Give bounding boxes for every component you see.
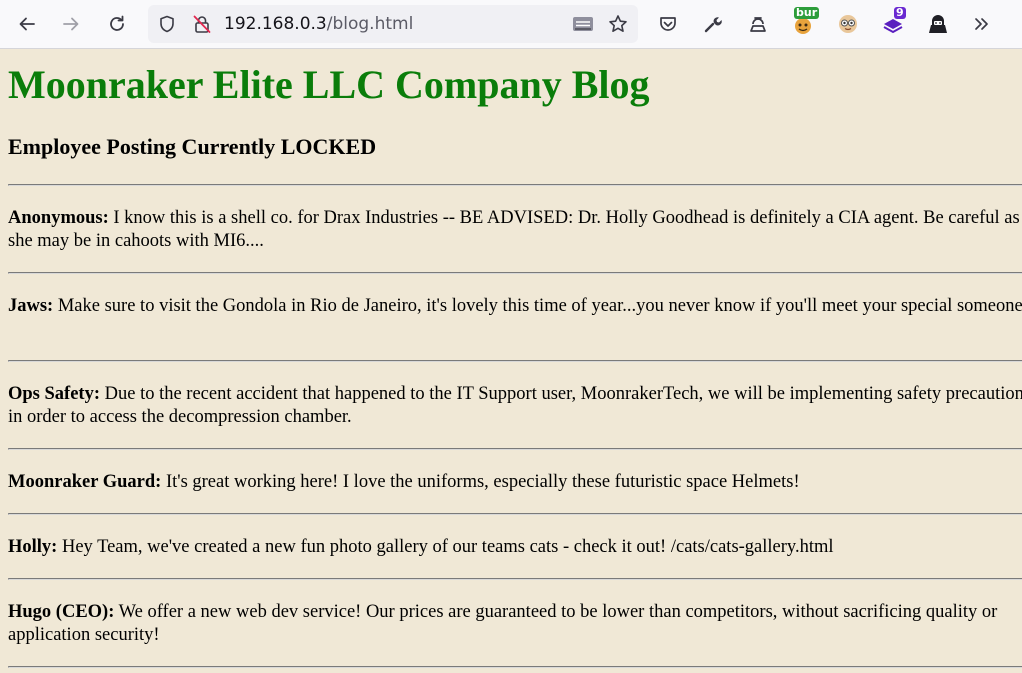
- post-text: I know this is a shell co. for Drax Indu…: [8, 208, 1020, 251]
- double-chevron-right-icon: [975, 18, 988, 30]
- back-button[interactable]: [11, 8, 43, 40]
- nine-extension-button[interactable]: 9: [877, 6, 909, 40]
- url-bar[interactable]: 192.168.0.3/blog.html: [148, 5, 638, 43]
- insecure-lock-icon[interactable]: [192, 14, 212, 38]
- post-author: Moonraker Guard:: [8, 472, 162, 492]
- hacker-extension-button[interactable]: [922, 8, 954, 40]
- glasses-face-icon: [839, 15, 857, 33]
- shield-icon[interactable]: [158, 15, 176, 37]
- post-author: Jaws:: [8, 296, 54, 316]
- divider: [8, 578, 1022, 580]
- post-author: Holly:: [8, 537, 58, 557]
- divider: [8, 272, 1022, 274]
- star-bookmark-icon[interactable]: [608, 14, 628, 38]
- hooded-figure-icon: [929, 15, 947, 33]
- browser-toolbar: 192.168.0.3/blog.html bur 9: [0, 0, 1022, 49]
- blog-post: Ops Safety: Due to the recent accident t…: [8, 383, 1022, 429]
- blog-post: Moonraker Guard: It's great working here…: [8, 471, 1022, 494]
- user-hat-icon: [750, 17, 766, 32]
- post-author: Anonymous:: [8, 208, 109, 228]
- divider: [8, 448, 1022, 450]
- url-path: /blog.html: [326, 14, 414, 34]
- forward-button[interactable]: [55, 8, 87, 40]
- post-text: Due to the recent accident that happened…: [8, 384, 1022, 427]
- url-text[interactable]: 192.168.0.3/blog.html: [224, 14, 413, 34]
- url-host: 192.168.0.3: [224, 14, 327, 34]
- post-author: Hugo (CEO):: [8, 602, 115, 622]
- more-tools-button[interactable]: [966, 8, 998, 40]
- divider: [8, 513, 1022, 515]
- reload-icon: [110, 15, 124, 31]
- page-subtitle: Employee Posting Currently LOCKED: [8, 134, 377, 159]
- wrench-icon: [704, 17, 722, 33]
- arrow-left-icon: [19, 17, 35, 31]
- post-text: It's great working here! I love the unif…: [161, 472, 800, 492]
- blog-post: Jaws: Make sure to visit the Gondola in …: [8, 295, 1022, 318]
- pocket-button[interactable]: [652, 8, 684, 40]
- post-text: Make sure to visit the Gondola in Rio de…: [53, 296, 1022, 316]
- arrow-right-icon: [63, 17, 79, 31]
- blog-post: Holly: Hey Team, we've created a new fun…: [8, 536, 1022, 559]
- face-extension-button[interactable]: [832, 8, 864, 40]
- bur-extension-button[interactable]: bur: [787, 6, 820, 40]
- divider: [8, 666, 1022, 668]
- nine-badge: 9: [894, 6, 906, 19]
- post-author: Ops Safety:: [8, 384, 100, 404]
- post-text: Hey Team, we've created a new fun photo …: [57, 537, 834, 557]
- blog-post: Anonymous: I know this is a shell co. fo…: [8, 207, 1022, 253]
- pocket-icon: [660, 17, 676, 31]
- post-text: We offer a new web dev service! Our pric…: [8, 602, 998, 645]
- wrench-button[interactable]: [697, 8, 729, 40]
- page-title: Moonraker Elite LLC Company Blog: [8, 62, 650, 107]
- reader-view-icon[interactable]: [572, 15, 594, 37]
- page-content: Moonraker Elite LLC Company Blog Employe…: [0, 49, 1022, 673]
- reload-button[interactable]: [101, 8, 133, 40]
- bur-badge: bur: [794, 6, 820, 19]
- divider: [8, 360, 1022, 362]
- blog-post: Hugo (CEO): We offer a new web dev servi…: [8, 601, 1022, 647]
- divider: [8, 184, 1022, 186]
- account-extension-button[interactable]: [742, 8, 774, 40]
